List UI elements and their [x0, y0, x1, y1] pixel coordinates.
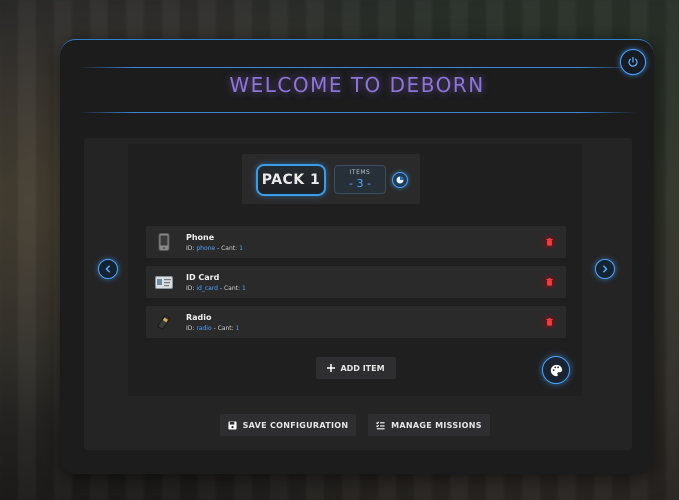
save-icon [228, 420, 237, 430]
id-card-icon [154, 272, 174, 292]
previous-pack-button[interactable] [98, 259, 118, 279]
main-panel: WELCOME TO DEBORN PACK 1 ITEMS - 3 - Pho… [60, 39, 654, 474]
next-pack-button[interactable] [595, 259, 615, 279]
items-count: - 3 - [349, 177, 371, 190]
power-button[interactable] [620, 49, 646, 75]
manage-missions-button[interactable]: MANAGE MISSIONS [368, 414, 490, 436]
radio-icon [154, 312, 174, 332]
delete-item-button[interactable] [542, 235, 556, 249]
palette-icon [550, 364, 562, 376]
plus-icon [327, 364, 336, 372]
pack-button[interactable]: PACK 1 [256, 164, 326, 196]
item-name: Phone [186, 233, 215, 242]
header-divider-bottom [78, 112, 636, 113]
save-configuration-button[interactable]: SAVE CONFIGURATION [220, 414, 356, 436]
item-name: ID Card [186, 273, 220, 282]
list-check-icon [376, 421, 385, 429]
power-icon [628, 56, 638, 67]
item-meta: ID: id_card - Cant: 1 [186, 285, 246, 292]
manage-missions-label: MANAGE MISSIONS [391, 420, 482, 430]
trash-icon [545, 238, 553, 246]
item-row: Phone ID: phone - Cant: 1 [146, 226, 566, 258]
item-meta: ID: radio - Cant: 1 [186, 325, 240, 332]
header-divider-top [78, 67, 636, 68]
chevron-left-icon [105, 265, 110, 273]
trash-icon [545, 318, 553, 326]
chevron-right-icon [603, 265, 608, 273]
trash-icon [545, 278, 553, 286]
phone-icon [154, 232, 174, 252]
theme-button[interactable] [542, 356, 570, 384]
add-item-button[interactable]: ADD ITEM [316, 357, 396, 379]
delete-item-button[interactable] [542, 315, 556, 329]
save-configuration-label: SAVE CONFIGURATION [242, 420, 349, 430]
item-meta: ID: phone - Cant: 1 [186, 245, 243, 252]
items-label: ITEMS [349, 169, 371, 176]
items-counter: ITEMS - 3 - [334, 165, 386, 194]
chart-button[interactable] [392, 172, 408, 188]
item-name: Radio [186, 313, 212, 322]
add-item-label: ADD ITEM [340, 363, 385, 373]
pack-selector: PACK 1 ITEMS - 3 - [242, 154, 420, 204]
delete-item-button[interactable] [542, 275, 556, 289]
item-row: Radio ID: radio - Cant: 1 [146, 306, 566, 338]
item-row: ID Card ID: id_card - Cant: 1 [146, 266, 566, 298]
pie-chart-icon [396, 176, 404, 184]
page-title: WELCOME TO DEBORN [229, 73, 485, 97]
